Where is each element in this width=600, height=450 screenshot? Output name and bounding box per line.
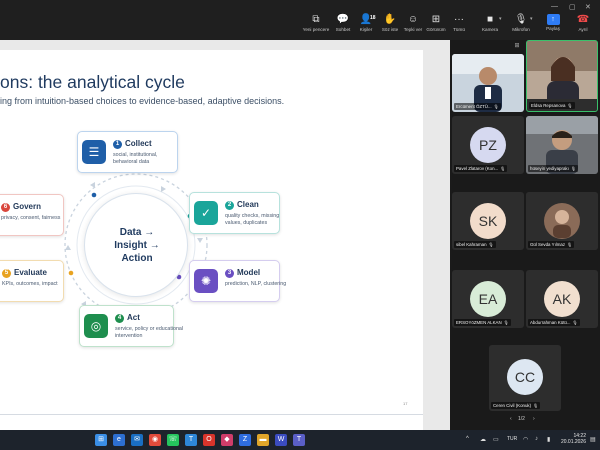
mic-muted-icon: 🎙 bbox=[488, 242, 494, 247]
node-clean: ✓ 2 Clean quality checks, missing values,… bbox=[189, 192, 280, 234]
gallery-page-indicator: 1/2 bbox=[518, 416, 525, 422]
participant-tile[interactable]: AK Abdurrahman Kütü... 🎙 bbox=[526, 270, 598, 328]
maximize-icon[interactable]: ▢ bbox=[569, 3, 576, 11]
camera-button[interactable]: ■ ▾ Kamera bbox=[473, 14, 507, 38]
start-icon[interactable]: ⊞ bbox=[95, 434, 107, 446]
app-icon[interactable]: ◆ bbox=[221, 434, 233, 446]
language-indicator[interactable]: TUR bbox=[507, 436, 517, 442]
mic-muted-icon: 🎙 bbox=[533, 403, 539, 408]
arrow-icon bbox=[90, 182, 95, 188]
zoom-meeting-window: — ▢ ✕ ⧉ Yeni pencere 💬 Sohbet 👤 18 Kişil… bbox=[0, 0, 600, 450]
slide-page-number: 17 bbox=[403, 401, 408, 406]
cloud-icon[interactable]: ☁ bbox=[480, 436, 486, 443]
battery-status-icon[interactable]: ▮ bbox=[547, 436, 550, 443]
leave-button[interactable]: ☎ Ayrıl bbox=[566, 14, 600, 38]
avatar: AK bbox=[544, 281, 580, 317]
avatar: CC bbox=[507, 359, 543, 395]
zoom-icon[interactable]: Z bbox=[239, 434, 251, 446]
mic-muted-icon: 🎙 bbox=[567, 242, 573, 247]
share-icon: ↑ bbox=[546, 14, 560, 25]
meeting-toolbar: — ▢ ✕ ⧉ Yeni pencere 💬 Sohbet 👤 18 Kişil… bbox=[0, 0, 600, 40]
whatsapp-icon[interactable]: ☏ bbox=[167, 434, 179, 446]
edge-icon[interactable]: e bbox=[113, 434, 125, 446]
participant-video bbox=[527, 41, 597, 99]
participant-tile[interactable]: hüseyin yediyaprakı 🎙 bbox=[526, 116, 598, 174]
participant-tile[interactable]: Ercüment ÖZTÜ... 🎙 bbox=[452, 54, 524, 112]
battery-icon[interactable]: ▭ bbox=[493, 436, 499, 443]
slide-footer-line bbox=[0, 414, 423, 415]
node-evaluate: ▤ 5Evaluate KPIs, outcomes, impact bbox=[0, 260, 64, 302]
avatar: PZ bbox=[470, 127, 506, 163]
participant-tile[interactable]: Gül Sevda Yılmaz 🎙 bbox=[526, 192, 598, 250]
minimize-icon[interactable]: — bbox=[551, 3, 558, 10]
center-line-insight: Insight → bbox=[114, 240, 160, 251]
chevron-down-icon[interactable]: ▾ bbox=[530, 16, 533, 22]
participant-tile[interactable]: SK sibel Kahraman 🎙 bbox=[452, 192, 524, 250]
clipboard-check-icon: ✓ bbox=[194, 201, 218, 225]
node-collect: ☰ 1 Collect social, institutional, behavi… bbox=[77, 131, 178, 173]
windows-taskbar: ⊞ e ✉ ◉ ☏ T O ◆ Z ▬ W T ^ ☁ ▭ TUR ◠ ♪ ▮ … bbox=[0, 430, 600, 450]
microphone-button[interactable]: 🎙 ▾ Mikrofon bbox=[504, 14, 538, 38]
wifi-icon[interactable]: ◠ bbox=[523, 436, 528, 443]
word-icon[interactable]: W bbox=[275, 434, 287, 446]
database-icon: ☰ bbox=[82, 140, 106, 164]
arrow-icon bbox=[161, 186, 166, 192]
mic-muted-icon: 🎙 bbox=[500, 166, 506, 171]
center-line-action: Action bbox=[121, 253, 153, 264]
brain-icon: ✺ bbox=[194, 269, 218, 293]
participant-tile-active-speaker[interactable]: Eldsa Repsanova 🎙 bbox=[526, 40, 598, 112]
ring-dot-orange bbox=[68, 270, 74, 276]
participant-tile[interactable]: PZ Pavel Zlatarov (Kon... 🎙 bbox=[452, 116, 524, 174]
leave-phone-icon: ☎ bbox=[576, 14, 590, 25]
ring-dot-blue bbox=[91, 192, 97, 198]
avatar: EA bbox=[470, 281, 506, 317]
chevron-left-icon[interactable]: ‹ bbox=[510, 416, 512, 422]
mic-muted-icon: 🎙 bbox=[567, 103, 573, 108]
clock[interactable]: 14:22 20.01.2026 bbox=[560, 433, 586, 445]
chrome-icon[interactable]: ◉ bbox=[149, 434, 161, 446]
shared-screen: ons: the analytical cycle ing from intui… bbox=[0, 40, 450, 450]
participant-tile[interactable]: CC Ceren Civil (Konuk) 🎙 bbox=[489, 345, 561, 411]
teams-chat-icon[interactable]: T bbox=[293, 434, 305, 446]
teams-icon[interactable]: T bbox=[185, 434, 197, 446]
outlook-icon[interactable]: ✉ bbox=[131, 434, 143, 446]
participants-panel: ⊞ Ercüment ÖZTÜ... 🎙 Eldsa Repsanova 🎙 P… bbox=[450, 40, 600, 430]
notifications-icon[interactable]: ▤ bbox=[590, 436, 596, 443]
folder-icon[interactable]: ▬ bbox=[257, 434, 269, 446]
mic-muted-icon: 🎙 bbox=[572, 320, 578, 325]
gallery-toggle-icon[interactable]: ⊞ bbox=[512, 42, 522, 50]
chevron-up-icon[interactable]: ^ bbox=[466, 436, 469, 442]
mic-muted-icon: 🎙 bbox=[503, 320, 509, 325]
node-govern: ⛨ 6Govern privacy, consent, fairness bbox=[0, 194, 64, 236]
more-button[interactable]: ··· Tümü bbox=[442, 14, 476, 38]
cycle-ring bbox=[64, 173, 208, 317]
speaker-icon[interactable]: ♪ bbox=[535, 436, 538, 442]
arrow-icon bbox=[197, 238, 203, 243]
chevron-down-icon[interactable]: ▾ bbox=[499, 16, 502, 22]
more-icon: ··· bbox=[454, 14, 464, 25]
center-line-data: Data → bbox=[119, 227, 155, 238]
avatar: SK bbox=[470, 203, 506, 239]
node-model: ✺ 3 Model prediction, NLP, clustering bbox=[189, 260, 286, 302]
close-window-icon[interactable]: ✕ bbox=[585, 3, 591, 11]
mic-muted-icon: 🎙 bbox=[570, 166, 576, 171]
target-icon: ◎ bbox=[84, 314, 108, 338]
participant-tile[interactable]: EA ERSOYöZMEN ALKAN 🎙 bbox=[452, 270, 524, 328]
arrow-icon bbox=[65, 245, 71, 250]
node-act: ◎ 4 Act service, policy or educational in… bbox=[79, 305, 183, 347]
chevron-right-icon[interactable]: › bbox=[533, 416, 535, 422]
share-button[interactable]: ↑ Paylaş bbox=[536, 14, 570, 38]
presentation-slide: ons: the analytical cycle ing from intui… bbox=[0, 50, 423, 450]
mic-muted-icon: 🎙 bbox=[493, 104, 499, 109]
opera-icon[interactable]: O bbox=[203, 434, 215, 446]
center-circle: Data → Insight → Action bbox=[84, 193, 188, 297]
